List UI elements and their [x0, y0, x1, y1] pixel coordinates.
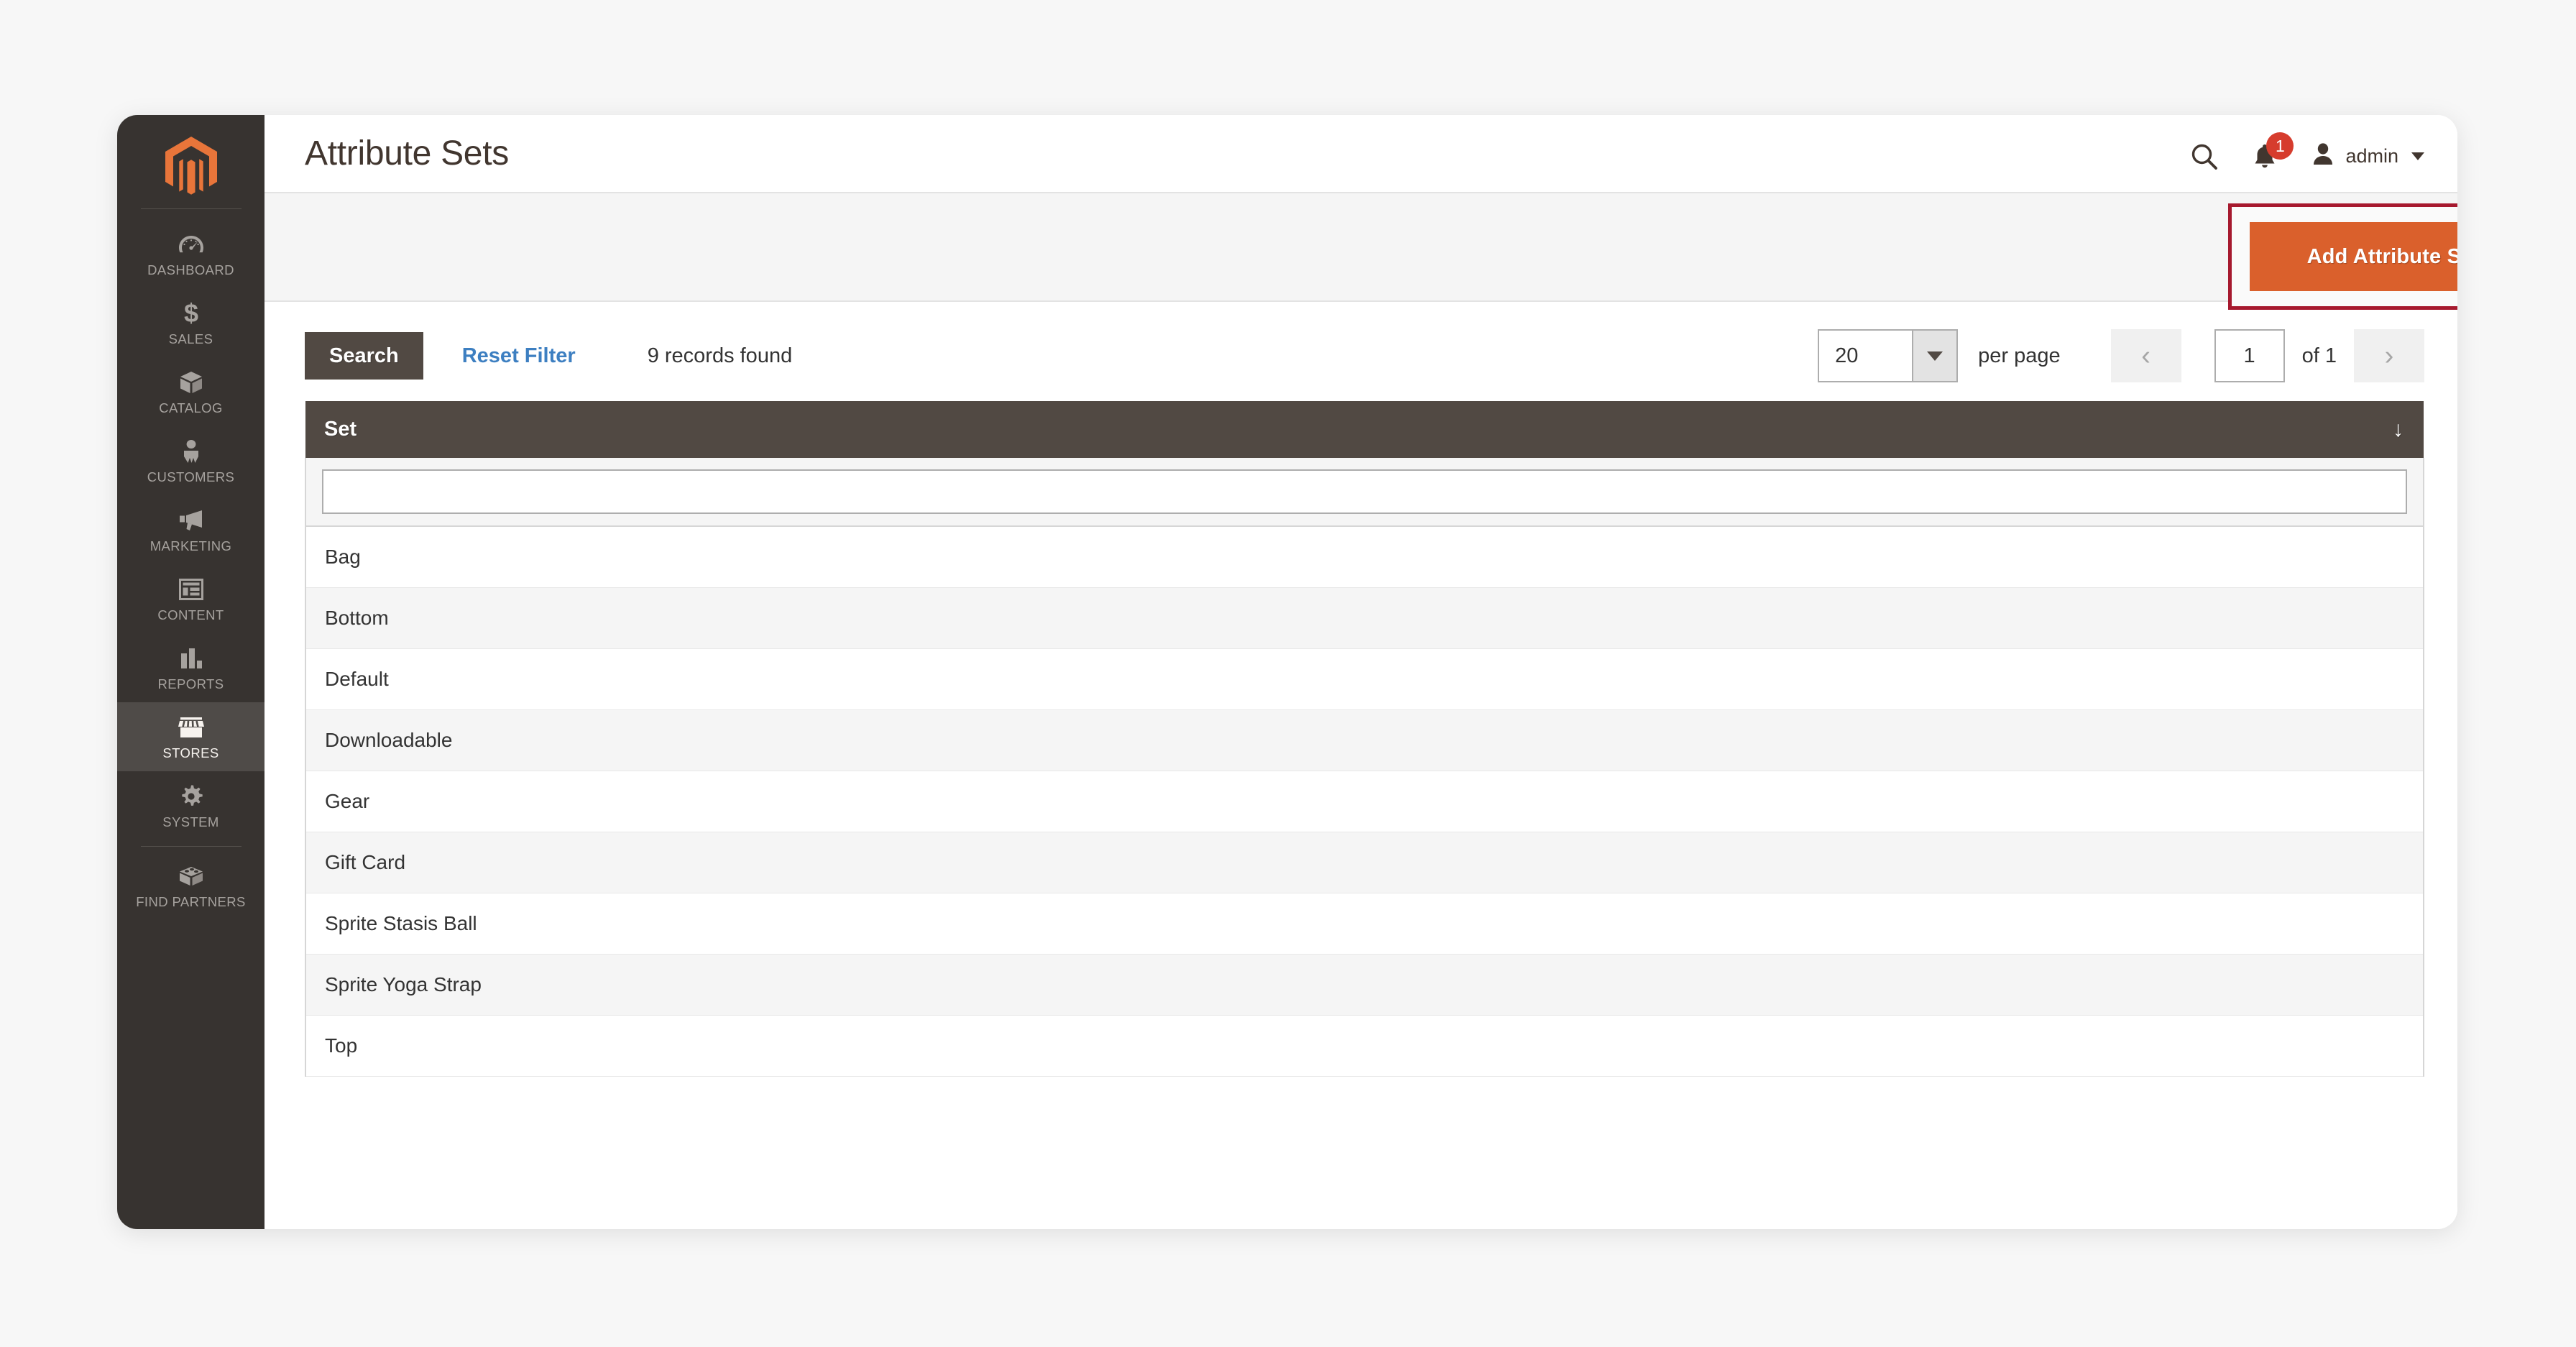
reset-filter-link[interactable]: Reset Filter [462, 344, 576, 368]
table-row[interactable]: Sprite Yoga Strap [305, 954, 2424, 1016]
cell-set[interactable]: Top [305, 1015, 2424, 1077]
pager: 20 per page ‹ of 1 › [1818, 329, 2424, 382]
sidebar-item-label: SALES [168, 331, 213, 346]
table-row[interactable]: Default [305, 648, 2424, 710]
pager-next-button[interactable]: › [2354, 329, 2424, 382]
search-button[interactable]: Search [305, 332, 423, 380]
cell-set[interactable]: Bag [305, 526, 2424, 588]
sidebar-item-reports[interactable]: REPORTS [117, 633, 264, 702]
person-icon [120, 438, 262, 465]
chevron-down-icon [2411, 152, 2424, 160]
sidebar-item-label: CATALOG [159, 400, 223, 415]
page-actions-bar: Add Attribute Set [264, 192, 2457, 310]
records-found-label: 9 records found [647, 344, 793, 367]
table-filter-row [305, 458, 2424, 527]
gear-icon [120, 783, 262, 810]
sidebar-item-system[interactable]: SYSTEM [117, 771, 264, 840]
sidebar-item-marketing[interactable]: MARKETING [117, 495, 264, 564]
table-row[interactable]: Downloadable [305, 709, 2424, 771]
set-filter-input[interactable] [322, 469, 2407, 514]
admin-window: DASHBOARD $ SALES CATALOG CUSTOMERS MARK… [117, 115, 2457, 1229]
filter-cell-set [305, 458, 2424, 527]
add-attribute-set-button[interactable]: Add Attribute Set [2250, 222, 2457, 291]
svg-text:$: $ [183, 300, 198, 327]
extension-block-icon [120, 863, 262, 890]
sidebar-divider-bottom [140, 846, 242, 847]
sidebar-item-label: CUSTOMERS [147, 469, 235, 484]
sidebar-divider-top [140, 208, 242, 209]
layout-window-icon [120, 576, 262, 603]
bar-chart-icon [120, 645, 262, 672]
attribute-sets-table: Set ↓ Bag Bottom Default Downloadable Gear Gi… [305, 401, 2424, 1077]
chevron-down-icon[interactable] [1912, 331, 1957, 381]
cell-set[interactable]: Downloadable [305, 709, 2424, 771]
table-row[interactable]: Gift Card [305, 832, 2424, 893]
cell-set[interactable]: Sprite Stasis Ball [305, 893, 2424, 955]
grid-toolbar: Search Reset Filter 9 records found 20 p… [264, 302, 2457, 401]
magento-logo[interactable] [117, 127, 264, 207]
sidebar: DASHBOARD $ SALES CATALOG CUSTOMERS MARK… [117, 115, 264, 1229]
chevron-left-icon: ‹ [2141, 340, 2150, 371]
sidebar-item-label: STORES [162, 745, 219, 760]
sidebar-item-stores[interactable]: STORES [117, 702, 264, 771]
column-header-label: Set [324, 418, 357, 441]
user-avatar-icon [2311, 142, 2335, 171]
sidebar-item-label: SYSTEM [162, 814, 219, 829]
table-header-row: Set ↓ [305, 401, 2424, 458]
sidebar-item-label: FIND PARTNERS [136, 894, 246, 909]
dashboard-gauge-icon [120, 231, 262, 258]
column-header-set[interactable]: Set ↓ [305, 401, 2424, 458]
table-row[interactable]: Top [305, 1015, 2424, 1077]
notifications-button[interactable]: 1 [2252, 132, 2294, 171]
sidebar-item-label: DASHBOARD [147, 262, 234, 277]
storefront-icon [120, 714, 262, 741]
admin-name-label: admin [2345, 145, 2398, 167]
megaphone-icon [120, 507, 262, 534]
cell-set[interactable]: Default [305, 648, 2424, 710]
sidebar-item-dashboard[interactable]: DASHBOARD [117, 219, 264, 288]
table-row[interactable]: Gear [305, 771, 2424, 832]
page-number-input[interactable] [2214, 329, 2285, 382]
header-tools: 1 admin [2190, 132, 2424, 171]
sidebar-item-sales[interactable]: $ SALES [117, 288, 264, 357]
filter-row-body [305, 458, 2424, 527]
table-body: Bag Bottom Default Downloadable Gear Gift Car… [305, 526, 2424, 1077]
sidebar-item-label: CONTENT [157, 607, 224, 622]
admin-menu[interactable]: admin [2311, 142, 2424, 171]
grid-container: Set ↓ Bag Bottom Default Downloadable Gear Gi… [264, 401, 2457, 1077]
cell-set[interactable]: Gear [305, 771, 2424, 832]
notification-count-badge: 1 [2266, 132, 2294, 160]
chevron-right-icon: › [2384, 340, 2394, 371]
sidebar-item-label: MARKETING [150, 538, 232, 553]
table-row[interactable]: Bag [305, 526, 2424, 588]
arrow-down-icon: ↓ [2393, 417, 2404, 441]
sidebar-item-content[interactable]: CONTENT [117, 564, 264, 633]
table-row[interactable]: Sprite Stasis Ball [305, 893, 2424, 955]
pager-of-label: of 1 [2301, 344, 2337, 367]
page-title: Attribute Sets [305, 134, 509, 173]
cell-set[interactable]: Gift Card [305, 832, 2424, 893]
pager-previous-button[interactable]: ‹ [2110, 329, 2181, 382]
page-header: Attribute Sets 1 admin [264, 115, 2457, 192]
table-row[interactable]: Bottom [305, 587, 2424, 649]
dollar-sign-icon: $ [120, 300, 262, 327]
sidebar-item-catalog[interactable]: CATALOG [117, 357, 264, 426]
cell-set[interactable]: Bottom [305, 587, 2424, 649]
sidebar-item-customers[interactable]: CUSTOMERS [117, 426, 264, 495]
sidebar-item-find-partners[interactable]: FIND PARTNERS [117, 851, 264, 920]
sidebar-item-label: REPORTS [157, 676, 224, 691]
main-content: Attribute Sets 1 admin Add Attribute S S… [264, 115, 2457, 1229]
cell-set[interactable]: Sprite Yoga Strap [305, 954, 2424, 1016]
per-page-label: per page [1978, 344, 2061, 367]
search-icon[interactable] [2190, 142, 2219, 171]
per-page-value: 20 [1835, 344, 1859, 367]
box-icon [120, 369, 262, 396]
per-page-select[interactable]: 20 [1818, 329, 1959, 382]
table-head: Set ↓ [305, 401, 2424, 458]
